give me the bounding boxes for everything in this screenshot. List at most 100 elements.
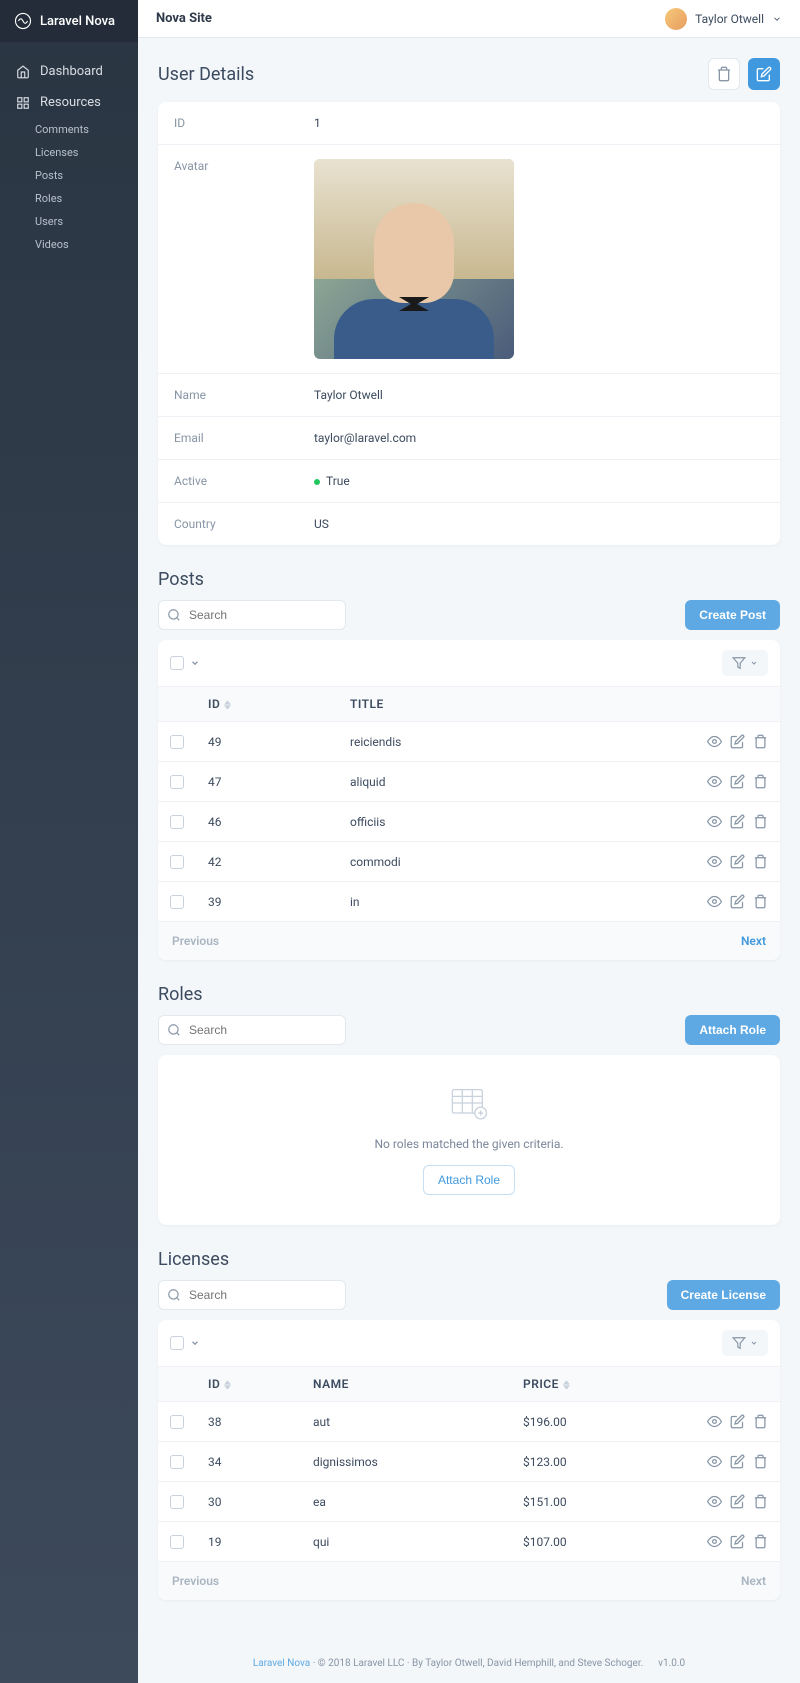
prev-button[interactable]: Previous [172,934,219,948]
posts-search-input[interactable] [158,600,346,630]
attach-role-button[interactable]: Attach Role [685,1015,780,1045]
search-icon [167,608,181,622]
view-icon[interactable] [707,1494,722,1509]
nav-roles[interactable]: Roles [35,187,138,210]
view-icon[interactable] [707,894,722,909]
row-checkbox[interactable] [170,1535,184,1549]
sort-icon[interactable] [224,1380,231,1390]
view-icon[interactable] [707,774,722,789]
filter-button[interactable] [722,650,768,676]
site-title: Nova Site [156,11,212,26]
row-checkbox[interactable] [170,815,184,829]
view-icon[interactable] [707,1454,722,1469]
brand-text: Laravel Nova [40,14,115,29]
row-checkbox[interactable] [170,775,184,789]
row-checkbox[interactable] [170,895,184,909]
trash-icon[interactable] [753,734,768,749]
cell-id: 39 [208,895,350,909]
edit-icon[interactable] [730,1494,745,1509]
licenses-search-input[interactable] [158,1280,346,1310]
row-checkbox[interactable] [170,735,184,749]
row-actions [688,1534,768,1549]
row-checkbox[interactable] [170,855,184,869]
trash-icon [716,66,732,82]
empty-text: No roles matched the given criteria. [178,1137,760,1151]
nav-users[interactable]: Users [35,210,138,233]
edit-icon [756,66,772,82]
trash-icon[interactable] [753,1454,768,1469]
trash-icon[interactable] [753,1414,768,1429]
cell-id: 46 [208,815,350,829]
row-checkbox[interactable] [170,1415,184,1429]
row-actions [688,1414,768,1429]
cell-price: $151.00 [523,1495,688,1509]
cell-name: dignissimos [313,1455,523,1469]
cell-id: 49 [208,735,350,749]
column-header[interactable]: TITLE [350,697,384,711]
user-menu[interactable]: Taylor Otwell [665,8,782,30]
table-row: 38 aut $196.00 [158,1402,780,1442]
chevron-down-icon[interactable] [190,658,200,668]
cell-name: qui [313,1535,523,1549]
view-icon[interactable] [707,1534,722,1549]
filter-button[interactable] [722,1330,768,1356]
view-icon[interactable] [707,854,722,869]
filter-icon [732,656,746,670]
roles-search-input[interactable] [158,1015,346,1045]
footer-link[interactable]: Laravel Nova [253,1658,310,1669]
column-header[interactable]: ID [208,697,220,711]
create-post-button[interactable]: Create Post [685,600,780,630]
nav-dashboard[interactable]: Dashboard [0,56,138,87]
edit-button[interactable] [748,58,780,90]
select-all-checkbox[interactable] [170,1336,184,1350]
trash-icon[interactable] [753,894,768,909]
trash-icon[interactable] [753,814,768,829]
nav-licenses[interactable]: Licenses [35,141,138,164]
next-button[interactable]: Next [741,1574,766,1588]
avatar-image [314,159,514,359]
nav-videos[interactable]: Videos [35,233,138,256]
chevron-down-icon [772,14,782,24]
delete-button[interactable] [708,58,740,90]
row-actions [688,894,768,909]
trash-icon[interactable] [753,1534,768,1549]
trash-icon[interactable] [753,854,768,869]
view-icon[interactable] [707,734,722,749]
prev-button[interactable]: Previous [172,1574,219,1588]
logo[interactable]: Laravel Nova [0,0,138,42]
edit-icon[interactable] [730,854,745,869]
topbar: Nova Site Taylor Otwell [138,0,800,38]
nav-resources[interactable]: Resources [0,87,138,118]
row-checkbox[interactable] [170,1455,184,1469]
select-all-checkbox[interactable] [170,656,184,670]
create-license-button[interactable]: Create License [667,1280,780,1310]
nav-posts[interactable]: Posts [35,164,138,187]
view-icon[interactable] [707,814,722,829]
edit-icon[interactable] [730,774,745,789]
next-button[interactable]: Next [741,934,766,948]
edit-icon[interactable] [730,1454,745,1469]
column-header[interactable]: NAME [313,1377,349,1391]
row-checkbox[interactable] [170,1495,184,1509]
chevron-down-icon [750,659,758,667]
field-value: taylor@laravel.com [314,431,416,445]
column-header[interactable]: ID [208,1377,220,1391]
trash-icon[interactable] [753,774,768,789]
edit-icon[interactable] [730,894,745,909]
cell-title: reiciendis [350,735,688,749]
nav-comments[interactable]: Comments [35,118,138,141]
row-actions [688,814,768,829]
edit-icon[interactable] [730,1414,745,1429]
edit-icon[interactable] [730,1534,745,1549]
sort-icon[interactable] [224,700,231,710]
edit-icon[interactable] [730,734,745,749]
edit-icon[interactable] [730,814,745,829]
status-dot-icon [314,479,320,485]
cell-title: officiis [350,815,688,829]
sort-icon[interactable] [563,1380,570,1390]
view-icon[interactable] [707,1414,722,1429]
attach-role-empty-button[interactable]: Attach Role [423,1165,515,1195]
chevron-down-icon[interactable] [190,1338,200,1348]
trash-icon[interactable] [753,1494,768,1509]
column-header[interactable]: PRICE [523,1377,559,1391]
